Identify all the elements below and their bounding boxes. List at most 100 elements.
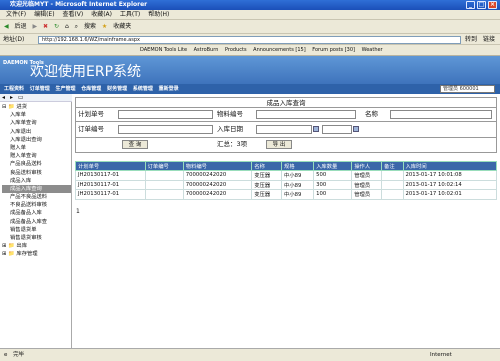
nav-engineering[interactable]: 工程资料	[4, 86, 24, 92]
sidebar-tree-item[interactable]: ⊞ 📁 库存管理	[2, 250, 71, 258]
sidebar-tree-item[interactable]: 销售退货审核	[2, 234, 71, 242]
sidebar-tree-item[interactable]: 良品送料审核	[2, 169, 71, 177]
date-from-input[interactable]	[256, 125, 312, 134]
sidebar-tree-item[interactable]: 产品良品送料	[2, 160, 71, 168]
expand-icon[interactable]: ▸	[10, 94, 13, 101]
folder-icon[interactable]: ▭	[18, 94, 24, 101]
sidebar-toolbar: ◂ ▸ ▭	[0, 94, 72, 102]
query-button[interactable]: 查 询	[122, 140, 148, 149]
search-button[interactable]: 搜索	[84, 23, 96, 30]
results-table: 计划单号 订单编号 物料编号 名称 规格 入库数量 操作人 备注 入库时间 JH20130117…	[75, 161, 497, 200]
close-icon[interactable]: ×	[488, 1, 497, 9]
filter-row-1: 计划单号 物料编号 名称	[75, 108, 497, 122]
sidebar-tree-item[interactable]: 入库退出查询	[2, 136, 71, 144]
links-item[interactable]: Weather	[362, 47, 383, 53]
table-cell: 2013-01-17 10:02:01	[402, 189, 497, 200]
plan-no-input[interactable]	[118, 110, 213, 119]
sidebar-tree-item[interactable]: 赠入单查询	[2, 152, 71, 160]
search-icon[interactable]: ⌕	[75, 23, 78, 30]
export-button[interactable]: 导 出	[266, 140, 292, 149]
menu-view[interactable]: 查看(V)	[62, 11, 83, 18]
menu-file[interactable]: 文件(F)	[6, 11, 26, 18]
filter-row-2: 订单编号 入库日期	[75, 122, 497, 138]
name-label: 名称	[365, 110, 378, 118]
calendar-icon[interactable]	[353, 126, 359, 132]
table-cell: 300	[313, 179, 353, 190]
table-cell: 中小89	[281, 189, 315, 200]
user-select[interactable]: 管理员 600001	[440, 85, 495, 93]
links-item[interactable]: Announcements [15]	[253, 47, 306, 53]
nav-warehouse[interactable]: 仓库管理	[81, 86, 101, 92]
sidebar-tree-item[interactable]: 入库单	[2, 111, 71, 119]
order-no-input[interactable]	[118, 125, 213, 134]
nav-orders[interactable]: 订单管理	[30, 86, 50, 92]
date-to-input[interactable]	[322, 125, 352, 134]
sidebar-tree-item[interactable]: 成品备品入库	[2, 209, 71, 217]
sidebar-tree-item[interactable]: ⊟ 📁 进货	[2, 103, 71, 111]
table-cell	[144, 179, 184, 190]
minimize-icon[interactable]: _	[466, 1, 475, 9]
links-item[interactable]: Products	[225, 47, 247, 53]
collapse-icon[interactable]: ◂	[2, 94, 5, 101]
material-no-input[interactable]	[256, 110, 356, 119]
nav-system[interactable]: 系统管理	[133, 86, 153, 92]
main-nav: 工程资料 订单管理 生产管理 仓库管理 财务管理 系统管理 重新登录	[0, 84, 500, 94]
favorites-button[interactable]: 收藏夹	[113, 23, 131, 30]
sidebar-tree-item[interactable]: 入库单查询	[2, 119, 71, 127]
maximize-icon[interactable]: □	[477, 1, 486, 9]
menu-edit[interactable]: 编辑(E)	[34, 11, 54, 18]
home-icon[interactable]: ⌂	[65, 23, 69, 30]
table-cell: 管理员	[351, 179, 383, 190]
nav-relogin[interactable]: 重新登录	[159, 86, 179, 92]
links-label[interactable]: 链接	[483, 34, 495, 45]
sidebar-tree-item[interactable]: 产品不良品送料	[2, 193, 71, 201]
address-label: 地址(D)	[3, 36, 25, 43]
stop-icon[interactable]: ✖	[43, 23, 48, 30]
menu-help[interactable]: 帮助(H)	[148, 11, 169, 18]
table-cell	[381, 170, 404, 181]
form-title: 成品入库查询	[75, 97, 497, 108]
nav-production[interactable]: 生产管理	[56, 86, 76, 92]
table-cell: 中小89	[281, 170, 315, 181]
table-row[interactable]: JH20130117-01 700000242020 变压器 中小89 500 管理员 20…	[75, 170, 497, 181]
table-cell: 变压器	[251, 170, 283, 181]
refresh-icon[interactable]: ↻	[54, 23, 59, 30]
table-cell: 100	[313, 189, 353, 200]
app-banner: DAEMON Tools 欢迎使用ERP系统	[0, 56, 500, 84]
menu-tools[interactable]: 工具(T)	[120, 11, 140, 18]
sidebar-tree-item[interactable]: 不良品送料审核	[2, 201, 71, 209]
browser-toolbar: ◀ 后退 ▶ ✖ ↻ ⌂ ⌕ 搜索 ★ 收藏夹	[0, 20, 500, 34]
links-item[interactable]: AstroBurn	[194, 47, 219, 53]
sidebar-tree-item[interactable]: 销售退货单	[2, 226, 71, 234]
nav-finance[interactable]: 财务管理	[107, 86, 127, 92]
links-item[interactable]: Forum posts [30]	[312, 47, 355, 53]
forward-icon[interactable]: ▶	[32, 23, 37, 30]
table-row[interactable]: JH20130117-01 700000242020 变压器 中小89 300 管理员 20…	[75, 179, 497, 190]
links-item[interactable]: DAEMON Tools Lite	[140, 47, 187, 53]
table-cell: 变压器	[251, 189, 283, 200]
window-titlebar: 欢迎光临MYT - Microsoft Internet Explorer _ …	[0, 0, 500, 10]
sidebar-tree-item[interactable]: 成品入库查询	[2, 184, 71, 194]
table-cell: 700000242020	[182, 179, 253, 190]
table-cell: 2013-01-17 10:01:08	[402, 170, 497, 181]
sidebar-tree-item[interactable]: 入库退出	[2, 128, 71, 136]
menu-favorites[interactable]: 收藏(A)	[91, 11, 112, 18]
material-no-label: 物料编号	[217, 110, 243, 118]
table-cell: 变压器	[251, 179, 283, 190]
address-input[interactable]: http://192.168.1.6/WZ/mainframe.aspx	[38, 36, 461, 44]
table-row[interactable]: JH20130117-01 700000242020 变压器 中小89 100 管理员 20…	[75, 189, 497, 200]
plan-no-label: 计划单号	[78, 110, 104, 118]
sidebar-tree-item[interactable]: 成品入库	[2, 177, 71, 185]
sidebar-tree-item[interactable]: 成品备品入库查	[2, 218, 71, 226]
menu-bar: 文件(F) 编辑(E) 查看(V) 收藏(A) 工具(T) 帮助(H)	[0, 10, 500, 20]
sidebar-tree-item[interactable]: 赠入单	[2, 144, 71, 152]
go-button[interactable]: 转到	[465, 34, 477, 45]
favorites-icon[interactable]: ★	[102, 23, 107, 30]
sidebar-tree-item[interactable]: ⊞ 📁 出库	[2, 242, 71, 250]
column-header: 入库数量	[313, 161, 353, 171]
back-button[interactable]: 后退	[15, 23, 27, 30]
back-icon[interactable]: ◀	[4, 23, 9, 30]
pager-page[interactable]: 1	[76, 208, 80, 215]
calendar-icon[interactable]	[313, 126, 319, 132]
name-input[interactable]	[390, 110, 492, 119]
